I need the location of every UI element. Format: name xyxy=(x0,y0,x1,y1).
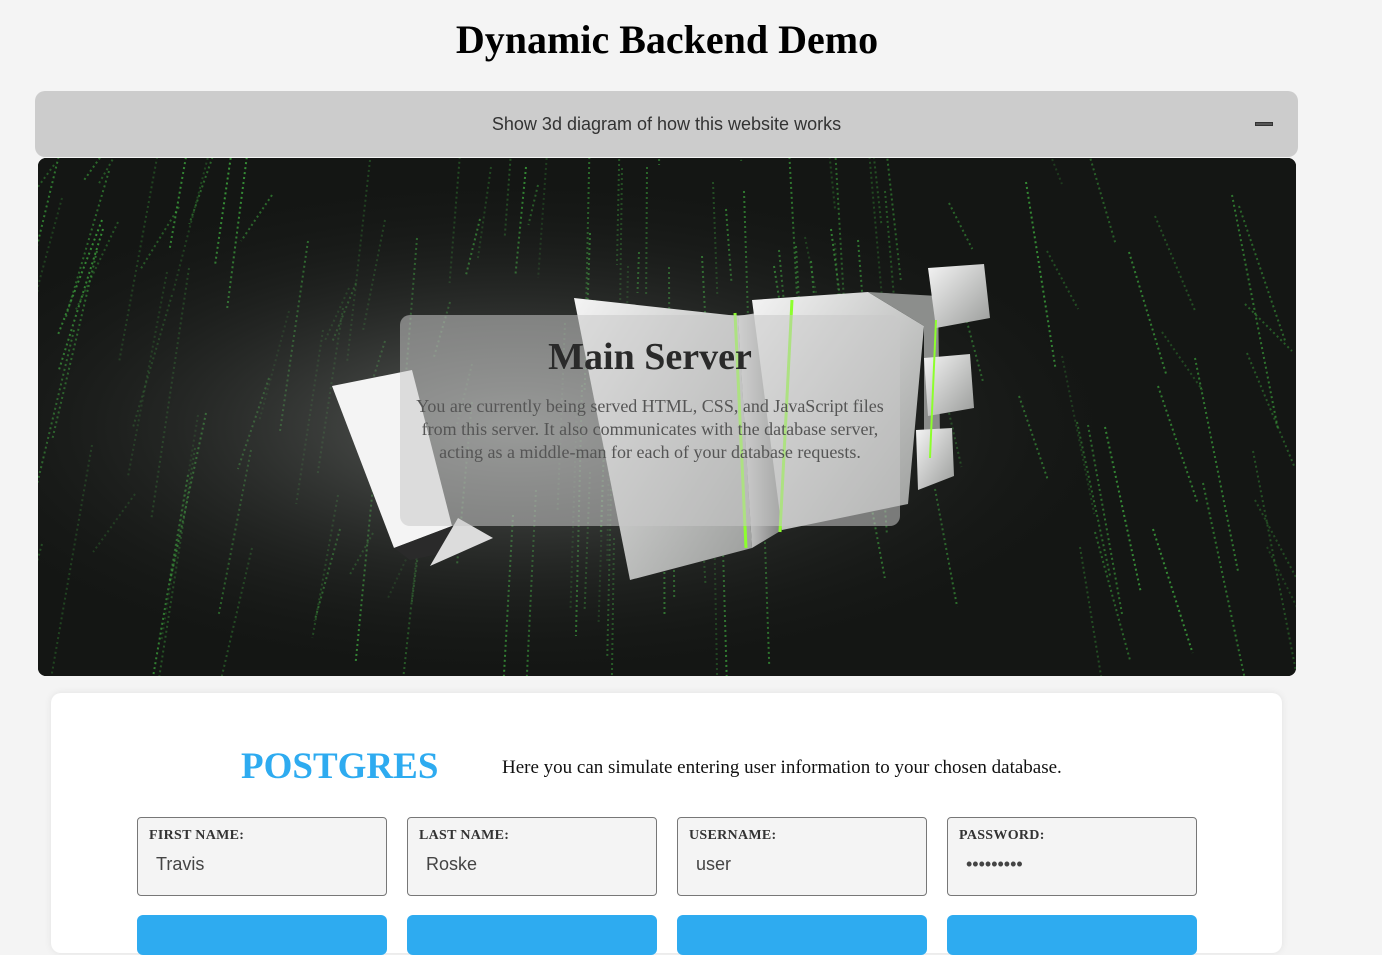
username-input[interactable] xyxy=(688,850,922,878)
username-submit-button[interactable] xyxy=(677,915,927,955)
last-name-label: LAST NAME: xyxy=(419,828,509,844)
password-label: PASSWORD: xyxy=(959,828,1045,844)
database-name-heading: POSTGRES xyxy=(241,745,438,789)
minus-icon[interactable] xyxy=(1255,122,1273,126)
username-field[interactable]: USERNAME: xyxy=(677,817,927,896)
3d-diagram-viewport[interactable]: Main Server You are currently being serv… xyxy=(38,158,1296,676)
password-field[interactable]: PASSWORD: xyxy=(947,817,1197,896)
database-description: Here you can simulate entering user info… xyxy=(502,756,1062,780)
first-name-label: FIRST NAME: xyxy=(149,828,244,844)
last-name-field[interactable]: LAST NAME: xyxy=(407,817,657,896)
first-name-input[interactable] xyxy=(148,850,382,878)
first-name-submit-button[interactable] xyxy=(137,915,387,955)
password-input[interactable] xyxy=(958,850,1192,878)
diagram-info-panel: Main Server You are currently being serv… xyxy=(400,315,900,526)
diagram-toggle-button[interactable]: Show 3d diagram of how this website work… xyxy=(35,91,1298,157)
info-panel-title: Main Server xyxy=(406,335,894,379)
last-name-submit-button[interactable] xyxy=(407,915,657,955)
diagram-toggle-label: Show 3d diagram of how this website work… xyxy=(492,114,841,135)
server-module-top xyxy=(928,264,990,328)
username-label: USERNAME: xyxy=(689,828,776,844)
page-title: Dynamic Backend Demo xyxy=(0,14,1334,66)
password-submit-button[interactable] xyxy=(947,915,1197,955)
first-name-field[interactable]: FIRST NAME: xyxy=(137,817,387,896)
database-form-card: POSTGRES Here you can simulate entering … xyxy=(51,693,1282,953)
last-name-input[interactable] xyxy=(418,850,652,878)
info-panel-text: You are currently being served HTML, CSS… xyxy=(406,395,894,464)
